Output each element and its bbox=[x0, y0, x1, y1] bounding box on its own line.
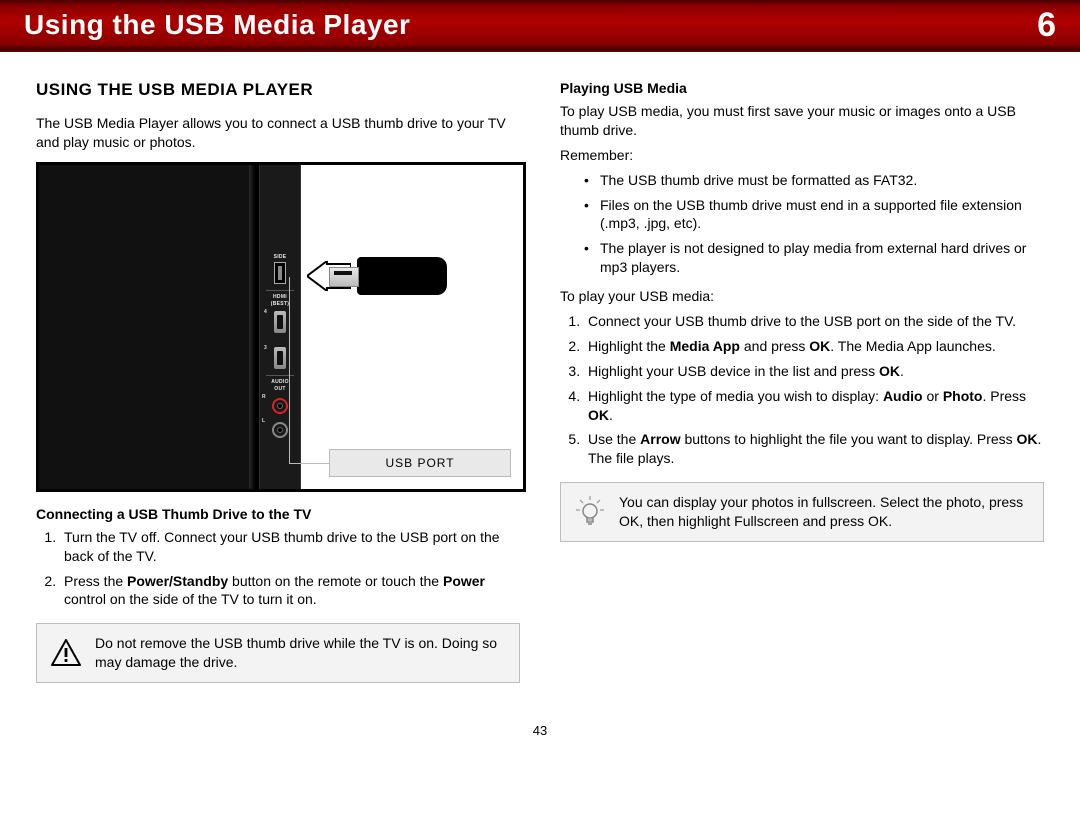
rca-r-label: R bbox=[262, 394, 266, 400]
usb-thumb-drive-icon bbox=[357, 257, 447, 295]
warning-callout: Do not remove the USB thumb drive while … bbox=[36, 623, 520, 683]
chapter-banner: Using the USB Media Player 6 bbox=[0, 0, 1080, 52]
page-number: 43 bbox=[0, 723, 1080, 748]
warning-icon bbox=[51, 639, 81, 667]
connecting-steps: Turn the TV off. Connect your USB thumb … bbox=[36, 528, 520, 610]
hdmi-label-1: HDMI bbox=[273, 295, 287, 300]
lightbulb-icon bbox=[575, 496, 605, 528]
hdmi-port-4-icon bbox=[274, 311, 286, 333]
rca-l-label: L bbox=[262, 418, 265, 424]
list-item: Connect your USB thumb drive to the USB … bbox=[584, 312, 1044, 331]
side-label: SIDE bbox=[274, 255, 287, 260]
audio-label-2: OUT bbox=[274, 387, 285, 392]
list-item: The USB thumb drive must be formatted as… bbox=[584, 171, 1044, 190]
tip-callout: You can display your photos in fullscree… bbox=[560, 482, 1044, 542]
banner-title: Using the USB Media Player bbox=[24, 9, 410, 41]
list-item: Press the Power/Standby button on the re… bbox=[60, 572, 520, 610]
remember-label: Remember: bbox=[560, 146, 1044, 165]
rca-white-icon bbox=[272, 422, 288, 438]
port-number-3: 3 bbox=[264, 345, 267, 351]
to-play-label: To play your USB media: bbox=[560, 287, 1044, 306]
port-number-4: 4 bbox=[264, 309, 267, 315]
playing-subheading: Playing USB Media bbox=[560, 80, 1044, 96]
remember-list: The USB thumb drive must be formatted as… bbox=[560, 171, 1044, 277]
list-item: Turn the TV off. Connect your USB thumb … bbox=[60, 528, 520, 566]
banner-chapter-number: 6 bbox=[1037, 6, 1056, 45]
list-item: Highlight your USB device in the list an… bbox=[584, 362, 1044, 381]
list-item: Highlight the type of media you wish to … bbox=[584, 387, 1044, 425]
right-column: Playing USB Media To play USB media, you… bbox=[560, 80, 1044, 683]
usb-port-icon bbox=[274, 262, 286, 284]
tv-side-panel-figure: SIDE HDMI (BEST) 4 3 AUDIO bbox=[36, 162, 526, 492]
list-item: Files on the USB thumb drive must end in… bbox=[584, 196, 1044, 234]
hdmi-label-2: (BEST) bbox=[271, 302, 289, 307]
list-item: Use the Arrow buttons to highlight the f… bbox=[584, 430, 1044, 468]
list-item: The player is not designed to play media… bbox=[584, 239, 1044, 277]
tip-text: You can display your photos in fullscree… bbox=[619, 493, 1029, 531]
warning-text: Do not remove the USB thumb drive while … bbox=[95, 634, 505, 672]
list-item: Highlight the Media App and press OK. Th… bbox=[584, 337, 1044, 356]
left-column: USING THE USB MEDIA PLAYER The USB Media… bbox=[36, 80, 520, 683]
hdmi-port-3-icon bbox=[274, 347, 286, 369]
play-steps: Connect your USB thumb drive to the USB … bbox=[560, 312, 1044, 468]
section-heading: USING THE USB MEDIA PLAYER bbox=[36, 80, 520, 100]
playing-intro: To play USB media, you must first save y… bbox=[560, 102, 1044, 140]
audio-label-1: AUDIO bbox=[271, 380, 289, 385]
usb-port-callout-label: USB PORT bbox=[329, 449, 511, 477]
intro-text: The USB Media Player allows you to conne… bbox=[36, 114, 520, 152]
rca-red-icon bbox=[272, 398, 288, 414]
connecting-subheading: Connecting a USB Thumb Drive to the TV bbox=[36, 506, 520, 522]
